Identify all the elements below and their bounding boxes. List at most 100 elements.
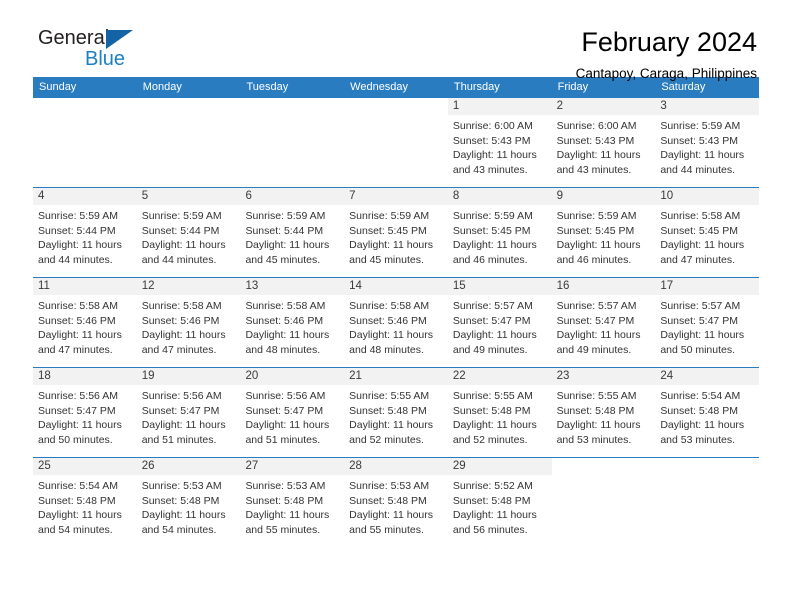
daylight-text-cont: and 55 minutes. bbox=[245, 523, 321, 536]
day-details bbox=[33, 115, 137, 119]
day-cell[interactable]: 15 Sunrise: 5:57 AM Sunset: 5:47 PM Dayligh… bbox=[447, 278, 552, 367]
day-cell-empty bbox=[33, 98, 137, 187]
sunrise-text: Sunrise: 5:56 AM bbox=[38, 390, 118, 402]
day-cell[interactable]: 8 Sunrise: 5:59 AM Sunset: 5:45 PM Daylight… bbox=[447, 188, 552, 277]
daylight-text-cont: and 50 minutes. bbox=[38, 433, 113, 446]
sunset-text: Sunset: 5:47 PM bbox=[245, 404, 324, 417]
day-number: 9 bbox=[556, 190, 563, 202]
day-cell[interactable]: 10 Sunrise: 5:58 AM Sunset: 5:45 PM Dayligh… bbox=[655, 188, 760, 277]
sunrise-text: Sunrise: 5:59 AM bbox=[141, 210, 222, 222]
sunset-text: Sunset: 5:48 PM bbox=[38, 494, 116, 507]
daylight-text-cont: and 45 minutes. bbox=[245, 253, 321, 266]
day-number-band: 7 bbox=[344, 188, 448, 205]
daylight-text: Daylight: 11 hours bbox=[556, 239, 641, 252]
daylight-text: Daylight: 11 hours bbox=[141, 329, 226, 342]
day-number: 17 bbox=[660, 280, 674, 292]
day-cell[interactable]: 23 Sunrise: 5:55 AM Sunset: 5:48 PM Dayligh… bbox=[551, 368, 656, 457]
day-cell[interactable]: 14 Sunrise: 5:58 AM Sunset: 5:46 PM Dayligh… bbox=[344, 278, 448, 367]
day-cell[interactable]: 13 Sunrise: 5:58 AM Sunset: 5:46 PM Dayligh… bbox=[240, 278, 345, 367]
daylight-text-cont: and 44 minutes. bbox=[660, 163, 736, 176]
day-cell[interactable]: 12 Sunrise: 5:58 AM Sunset: 5:46 PM Dayligh… bbox=[136, 278, 241, 367]
day-number-band: 25 bbox=[33, 458, 137, 475]
day-number-band bbox=[344, 98, 448, 115]
sunrise-text: Sunrise: 5:55 AM bbox=[452, 390, 533, 402]
day-cell[interactable]: 25 Sunrise: 5:54 AM Sunset: 5:48 PM Dayligh… bbox=[33, 458, 137, 547]
sunrise-text: Sunrise: 5:59 AM bbox=[452, 210, 533, 222]
day-cell[interactable]: 5 Sunrise: 5:59 AM Sunset: 5:44 PM Daylight… bbox=[136, 188, 241, 277]
day-details: Sunrise: 5:55 AM Sunset: 5:48 PM Daylight:… bbox=[552, 385, 656, 447]
daylight-text: Daylight: 11 hours bbox=[245, 329, 330, 342]
day-details: Sunrise: 5:52 AM Sunset: 5:48 PM Daylight:… bbox=[448, 475, 552, 537]
day-number-band bbox=[33, 98, 137, 115]
day-number: 12 bbox=[141, 280, 155, 292]
day-number: 7 bbox=[349, 190, 356, 202]
day-cell[interactable]: 17 Sunrise: 5:57 AM Sunset: 5:47 PM Dayligh… bbox=[655, 278, 760, 367]
day-number: 20 bbox=[245, 370, 259, 382]
daylight-text-cont: and 47 minutes. bbox=[660, 253, 736, 266]
day-cell[interactable]: 27 Sunrise: 5:53 AM Sunset: 5:48 PM Dayligh… bbox=[240, 458, 345, 547]
sunset-text: Sunset: 5:47 PM bbox=[660, 314, 738, 327]
day-number-band: 16 bbox=[551, 278, 656, 295]
day-cell[interactable]: 21 Sunrise: 5:55 AM Sunset: 5:48 PM Dayligh… bbox=[344, 368, 448, 457]
day-cell[interactable]: 3 Sunrise: 5:59 AM Sunset: 5:43 PM Daylight… bbox=[655, 98, 760, 187]
daylight-text: Daylight: 11 hours bbox=[556, 329, 641, 342]
day-number-band: 3 bbox=[655, 98, 760, 115]
daylight-text: Daylight: 11 hours bbox=[660, 239, 745, 252]
day-number-band: 15 bbox=[447, 278, 552, 295]
calendar-body: 1 Sunrise: 6:00 AM Sunset: 5:43 PM Daylight… bbox=[33, 98, 760, 547]
day-details: Sunrise: 5:53 AM Sunset: 5:48 PM Daylight:… bbox=[137, 475, 241, 537]
sunset-text: Sunset: 5:46 PM bbox=[38, 314, 116, 327]
daylight-text-cont: and 50 minutes. bbox=[660, 343, 736, 356]
sunrise-text: Sunrise: 5:59 AM bbox=[556, 210, 637, 222]
day-cell[interactable]: 7 Sunrise: 5:59 AM Sunset: 5:45 PM Daylight… bbox=[344, 188, 448, 277]
day-cell-empty bbox=[240, 98, 345, 187]
day-details bbox=[655, 475, 759, 479]
generalblue-logo[interactable]: General Blue bbox=[33, 27, 150, 69]
daylight-text: Daylight: 11 hours bbox=[141, 419, 226, 432]
blue-triangle-icon bbox=[106, 30, 133, 49]
day-details bbox=[344, 115, 448, 119]
day-number-band: 17 bbox=[655, 278, 760, 295]
day-details bbox=[137, 115, 241, 119]
calendar-week-row: 11 Sunrise: 5:58 AM Sunset: 5:46 PM Dayligh… bbox=[33, 277, 760, 367]
day-cell[interactable]: 24 Sunrise: 5:54 AM Sunset: 5:48 PM Dayligh… bbox=[655, 368, 760, 457]
weekday-header-wednesday: Wednesday bbox=[350, 81, 409, 93]
day-cell[interactable]: 16 Sunrise: 5:57 AM Sunset: 5:47 PM Dayligh… bbox=[551, 278, 656, 367]
day-number: 14 bbox=[349, 280, 362, 292]
page-header: General Blue February 2024 Cantapoy, Car… bbox=[33, 0, 759, 81]
day-cell[interactable]: 26 Sunrise: 5:53 AM Sunset: 5:48 PM Dayligh… bbox=[136, 458, 241, 547]
daylight-text-cont: and 53 minutes. bbox=[660, 433, 736, 446]
daylight-text-cont: and 44 minutes. bbox=[141, 253, 217, 266]
day-cell[interactable]: 19 Sunrise: 5:56 AM Sunset: 5:47 PM Dayligh… bbox=[136, 368, 241, 457]
day-number-band: 12 bbox=[136, 278, 241, 295]
daylight-text-cont: and 55 minutes. bbox=[349, 523, 424, 536]
day-number: 11 bbox=[38, 280, 50, 292]
day-cell[interactable]: 28 Sunrise: 5:53 AM Sunset: 5:48 PM Dayligh… bbox=[344, 458, 448, 547]
day-cell[interactable]: 4 Sunrise: 5:59 AM Sunset: 5:44 PM Daylight… bbox=[33, 188, 137, 277]
sunset-text: Sunset: 5:48 PM bbox=[556, 404, 635, 417]
logo-text-general: General bbox=[38, 27, 110, 49]
day-cell[interactable]: 18 Sunrise: 5:56 AM Sunset: 5:47 PM Dayligh… bbox=[33, 368, 137, 457]
day-cell[interactable]: 20 Sunrise: 5:56 AM Sunset: 5:47 PM Dayligh… bbox=[240, 368, 345, 457]
day-cell[interactable]: 2 Sunrise: 6:00 AM Sunset: 5:43 PM Daylight… bbox=[551, 98, 656, 187]
logo-text-blue: Blue bbox=[84, 48, 126, 70]
day-details: Sunrise: 5:57 AM Sunset: 5:47 PM Daylight:… bbox=[552, 295, 656, 357]
day-cell[interactable]: 9 Sunrise: 5:59 AM Sunset: 5:45 PM Daylight… bbox=[551, 188, 656, 277]
day-number-band: 11 bbox=[33, 278, 137, 295]
daylight-text: Daylight: 11 hours bbox=[141, 239, 226, 252]
sunrise-text: Sunrise: 5:59 AM bbox=[660, 120, 741, 132]
daylight-text-cont: and 48 minutes. bbox=[349, 343, 424, 356]
day-cell[interactable]: 22 Sunrise: 5:55 AM Sunset: 5:48 PM Dayligh… bbox=[447, 368, 552, 457]
calendar-page: General Blue February 2024 Cantapoy, Car… bbox=[0, 0, 792, 612]
day-cell[interactable]: 11 Sunrise: 5:58 AM Sunset: 5:46 PM Dayligh… bbox=[33, 278, 137, 367]
daylight-text-cont: and 52 minutes. bbox=[349, 433, 424, 446]
day-cell[interactable]: 1 Sunrise: 6:00 AM Sunset: 5:43 PM Daylight… bbox=[447, 98, 552, 187]
day-cell[interactable]: 6 Sunrise: 5:59 AM Sunset: 5:44 PM Daylight… bbox=[240, 188, 345, 277]
daylight-text-cont: and 51 minutes. bbox=[245, 433, 321, 446]
day-number-band: 5 bbox=[136, 188, 241, 205]
day-cell[interactable]: 29 Sunrise: 5:52 AM Sunset: 5:48 PM Dayligh… bbox=[447, 458, 552, 547]
day-number: 4 bbox=[38, 190, 45, 202]
day-details: Sunrise: 5:58 AM Sunset: 5:45 PM Daylight:… bbox=[655, 205, 759, 267]
sunset-text: Sunset: 5:48 PM bbox=[452, 494, 531, 507]
day-number-band: 2 bbox=[551, 98, 656, 115]
